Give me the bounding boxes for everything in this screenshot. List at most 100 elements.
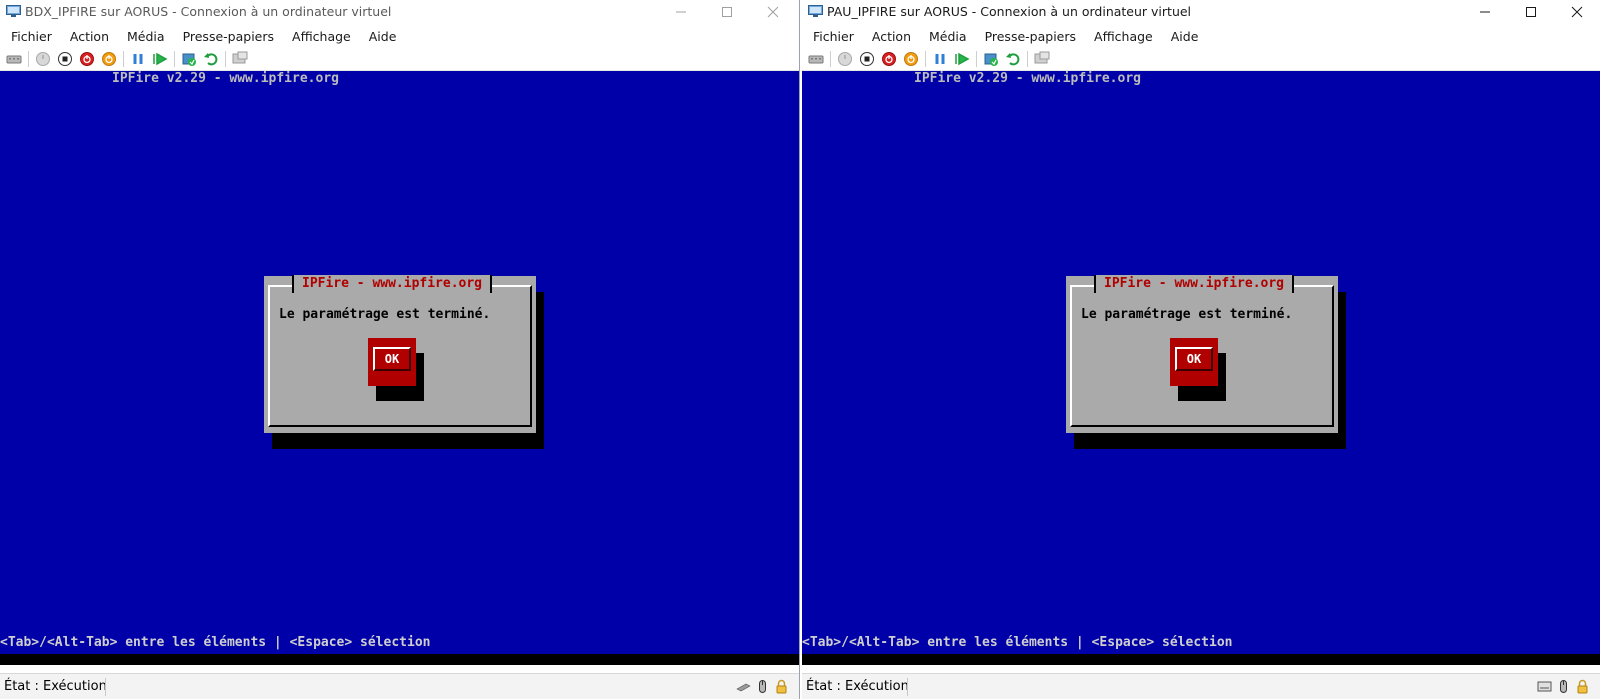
ok-button-label: OK (1175, 347, 1213, 371)
status-icons (1537, 679, 1590, 694)
checkpoint-icon (182, 53, 196, 66)
checkpoint-icon (984, 53, 998, 66)
keyboard-icon (1537, 681, 1552, 692)
close-button[interactable] (1554, 0, 1600, 24)
menu-presse-papiers[interactable]: Presse-papiers (174, 26, 283, 47)
menu-fichier[interactable]: Fichier (804, 26, 863, 47)
console-bottom-bar (802, 654, 1600, 665)
toolbar-separator (830, 51, 831, 67)
enhanced-session-button[interactable] (1031, 49, 1053, 69)
toolbar-separator (174, 51, 175, 67)
vm-console-screen[interactable]: IPFire v2.29 - www.ipfire.org IPFire - w… (0, 71, 799, 665)
status-separator (907, 678, 908, 696)
dialog-title: IPFire - www.ipfire.org (292, 275, 493, 293)
toolbar-separator (1027, 51, 1028, 67)
close-button[interactable] (750, 0, 796, 24)
turn-off-icon (58, 52, 72, 66)
menu-bar: Fichier Action Média Presse-papiers Affi… (0, 24, 799, 48)
ctrl-alt-del-button[interactable] (805, 49, 827, 69)
console-header: IPFire v2.29 - www.ipfire.org (914, 71, 1141, 86)
console-help-line: <Tab>/<Alt-Tab> entre les éléments | <Es… (0, 635, 431, 650)
pause-button[interactable] (127, 49, 149, 69)
completion-dialog: IPFire - www.ipfire.org Le paramétrage e… (1066, 275, 1338, 433)
enhanced-session-icon (1034, 51, 1050, 64)
toolbar-separator (925, 51, 926, 67)
resume-icon (153, 52, 168, 66)
save-button[interactable] (98, 49, 120, 69)
menu-media[interactable]: Média (920, 26, 976, 47)
save-icon (102, 52, 116, 66)
menu-action[interactable]: Action (61, 26, 118, 47)
save-icon (904, 52, 918, 66)
menu-presse-papiers[interactable]: Presse-papiers (976, 26, 1085, 47)
turn-off-icon (860, 52, 874, 66)
toolbar (802, 48, 1600, 71)
vm-connection-window-bdx: BDX_IPFIRE sur AORUS - Connexion à un or… (0, 0, 800, 699)
dialog-message: Le paramétrage est terminé. (1081, 307, 1293, 322)
revert-button[interactable] (200, 49, 222, 69)
ctrl-alt-del-icon (808, 55, 824, 64)
minimize-button[interactable] (658, 0, 704, 24)
ctrl-alt-del-button[interactable] (3, 49, 25, 69)
checkpoint-button[interactable] (178, 49, 200, 69)
status-separator (105, 678, 106, 696)
status-icons (736, 679, 789, 694)
maximize-icon (722, 7, 732, 17)
title-bar[interactable]: PAU_IPFIRE sur AORUS - Connexion à un or… (802, 0, 1600, 24)
menu-fichier[interactable]: Fichier (2, 26, 61, 47)
toolbar-separator (976, 51, 977, 67)
shut-down-button[interactable] (76, 49, 98, 69)
shut-down-button[interactable] (878, 49, 900, 69)
enhanced-session-button[interactable] (229, 49, 251, 69)
menu-aide[interactable]: Aide (1162, 26, 1208, 47)
title-bar[interactable]: BDX_IPFIRE sur AORUS - Connexion à un or… (0, 0, 799, 24)
minimize-icon (676, 11, 686, 13)
start-icon (838, 52, 852, 66)
console-header: IPFire v2.29 - www.ipfire.org (112, 71, 339, 86)
vm-connection-app-icon (6, 5, 21, 17)
start-button[interactable] (834, 49, 856, 69)
dialog-message: Le paramétrage est terminé. (279, 307, 491, 322)
lock-icon (1577, 679, 1588, 694)
pause-icon (133, 54, 143, 64)
keyboard-icon (736, 683, 751, 692)
revert-icon (1006, 53, 1020, 66)
toolbar-separator (225, 51, 226, 67)
save-button[interactable] (900, 49, 922, 69)
ctrl-alt-del-icon (6, 55, 22, 64)
ok-button-label: OK (373, 347, 411, 371)
start-button[interactable] (32, 49, 54, 69)
menu-affichage[interactable]: Affichage (283, 26, 360, 47)
menu-affichage[interactable]: Affichage (1085, 26, 1162, 47)
mouse-icon (1560, 680, 1567, 693)
close-icon (1571, 6, 1583, 18)
dialog-title: IPFire - www.ipfire.org (1094, 275, 1295, 293)
completion-dialog: IPFire - www.ipfire.org Le paramétrage e… (264, 275, 536, 433)
menu-bar: Fichier Action Média Presse-papiers Affi… (802, 24, 1600, 48)
turn-off-button[interactable] (856, 49, 878, 69)
maximize-button[interactable] (704, 0, 750, 24)
maximize-button[interactable] (1508, 0, 1554, 24)
revert-button[interactable] (1002, 49, 1024, 69)
checkpoint-button[interactable] (980, 49, 1002, 69)
lock-icon (776, 679, 787, 694)
console-bottom-bar (0, 654, 799, 665)
ok-button[interactable]: OK (368, 338, 416, 386)
toolbar (0, 48, 799, 71)
window-title: PAU_IPFIRE sur AORUS - Connexion à un or… (827, 4, 1192, 19)
vm-state: État : Exécution (806, 679, 909, 694)
menu-media[interactable]: Média (118, 26, 174, 47)
menu-aide[interactable]: Aide (360, 26, 406, 47)
ok-button[interactable]: OK (1170, 338, 1218, 386)
pause-icon (935, 54, 945, 64)
enhanced-session-icon (232, 51, 248, 64)
resume-button[interactable] (149, 49, 171, 69)
resume-button[interactable] (951, 49, 973, 69)
vm-state: État : Exécution (4, 679, 107, 694)
pause-button[interactable] (929, 49, 951, 69)
vm-console-screen[interactable]: IPFire v2.29 - www.ipfire.org IPFire - w… (802, 71, 1600, 665)
status-bar: État : Exécution (802, 673, 1600, 699)
menu-action[interactable]: Action (863, 26, 920, 47)
minimize-button[interactable] (1462, 0, 1508, 24)
turn-off-button[interactable] (54, 49, 76, 69)
